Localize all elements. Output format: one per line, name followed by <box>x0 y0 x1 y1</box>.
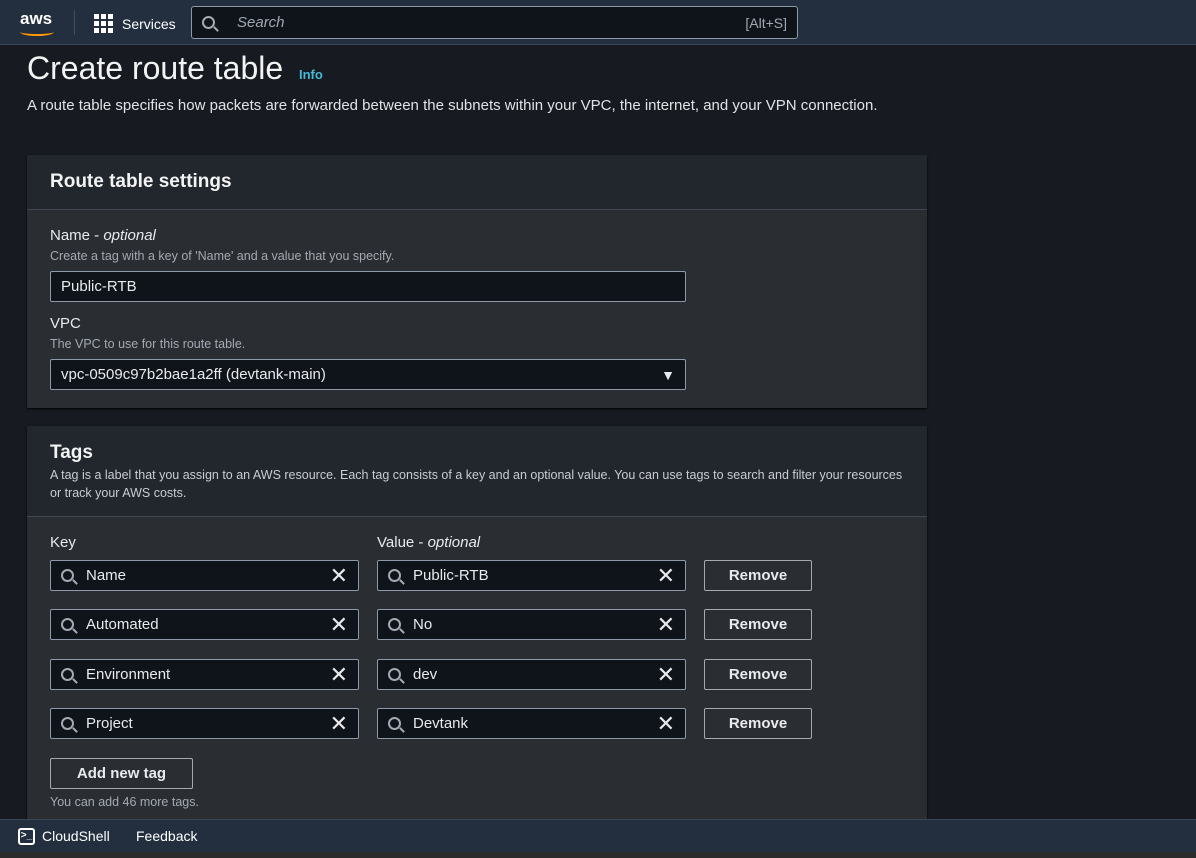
panel-title: Tags <box>50 442 93 463</box>
tag-key-input[interactable]: Automated ✕ <box>50 609 359 640</box>
info-link[interactable]: Info <box>299 67 323 82</box>
aws-logo[interactable]: aws <box>20 9 52 29</box>
tags-panel: Tags A tag is a label that you assign to… <box>27 426 927 826</box>
search-placeholder: Search <box>237 14 285 31</box>
cloudshell-icon: >_ <box>18 828 35 845</box>
clear-icon[interactable]: ✕ <box>657 663 675 686</box>
remove-tag-button[interactable]: Remove <box>704 659 812 690</box>
route-table-settings-panel: Route table settings Name - optional Cre… <box>27 155 927 408</box>
clear-icon[interactable]: ✕ <box>330 663 348 686</box>
search-icon <box>61 618 74 631</box>
clear-icon[interactable]: ✕ <box>330 613 348 636</box>
clear-icon[interactable]: ✕ <box>330 564 348 587</box>
vpc-label: VPC <box>50 315 81 332</box>
aws-smile-icon <box>20 28 54 36</box>
page-description: A route table specifies how packets are … <box>27 97 878 114</box>
search-icon <box>202 16 215 29</box>
search-shortcut: [Alt+S] <box>745 14 787 31</box>
search-icon <box>388 668 401 681</box>
caret-down-icon: ▼ <box>661 366 675 383</box>
tag-key-input[interactable]: Project ✕ <box>50 708 359 739</box>
vpc-select[interactable]: vpc-0509c97b2bae1a2ff (devtank-main) ▼ <box>50 359 686 390</box>
name-label: Name - optional <box>50 227 156 244</box>
search-icon <box>61 569 74 582</box>
tags-description: A tag is a label that you assign to an A… <box>50 468 903 500</box>
add-new-tag-button[interactable]: Add new tag <box>50 758 193 789</box>
search-icon <box>61 668 74 681</box>
tag-value-input[interactable]: Devtank ✕ <box>377 708 686 739</box>
tag-value-input[interactable]: Public-RTB ✕ <box>377 560 686 591</box>
services-label: Services <box>122 15 176 32</box>
tag-key-input[interactable]: Name ✕ <box>50 560 359 591</box>
clear-icon[interactable]: ✕ <box>657 712 675 735</box>
divider <box>74 10 75 35</box>
search-icon <box>388 618 401 631</box>
remove-tag-button[interactable]: Remove <box>704 609 812 640</box>
cloudshell-button[interactable]: CloudShell <box>42 828 110 844</box>
page-title: Create route table <box>27 50 284 86</box>
name-input[interactable]: Public-RTB <box>50 271 686 302</box>
search-icon <box>388 569 401 582</box>
top-navigation: aws Services Search [Alt+S] <box>0 0 1196 45</box>
clear-icon[interactable]: ✕ <box>657 613 675 636</box>
name-hint: Create a tag with a key of 'Name' and a … <box>50 249 395 263</box>
tag-value-input[interactable]: dev ✕ <box>377 659 686 690</box>
footer-bar: >_ CloudShell Feedback <box>0 819 1196 852</box>
services-menu-button[interactable]: Services <box>94 14 176 33</box>
vpc-hint: The VPC to use for this route table. <box>50 337 246 351</box>
value-label: Value - optional <box>377 534 481 551</box>
tag-value-input[interactable]: No ✕ <box>377 609 686 640</box>
grid-icon <box>94 14 113 33</box>
panel-title: Route table settings <box>50 171 232 192</box>
remaining-tags-hint: You can add 46 more tags. <box>50 795 199 809</box>
remove-tag-button[interactable]: Remove <box>704 708 812 739</box>
key-label: Key <box>50 534 76 551</box>
tag-key-input[interactable]: Environment ✕ <box>50 659 359 690</box>
search-icon <box>61 717 74 730</box>
remove-tag-button[interactable]: Remove <box>704 560 812 591</box>
search-input[interactable]: Search [Alt+S] <box>191 6 798 39</box>
clear-icon[interactable]: ✕ <box>330 712 348 735</box>
search-icon <box>388 717 401 730</box>
feedback-button[interactable]: Feedback <box>136 828 197 844</box>
horizontal-scrollbar[interactable] <box>0 852 1196 858</box>
clear-icon[interactable]: ✕ <box>657 564 675 587</box>
